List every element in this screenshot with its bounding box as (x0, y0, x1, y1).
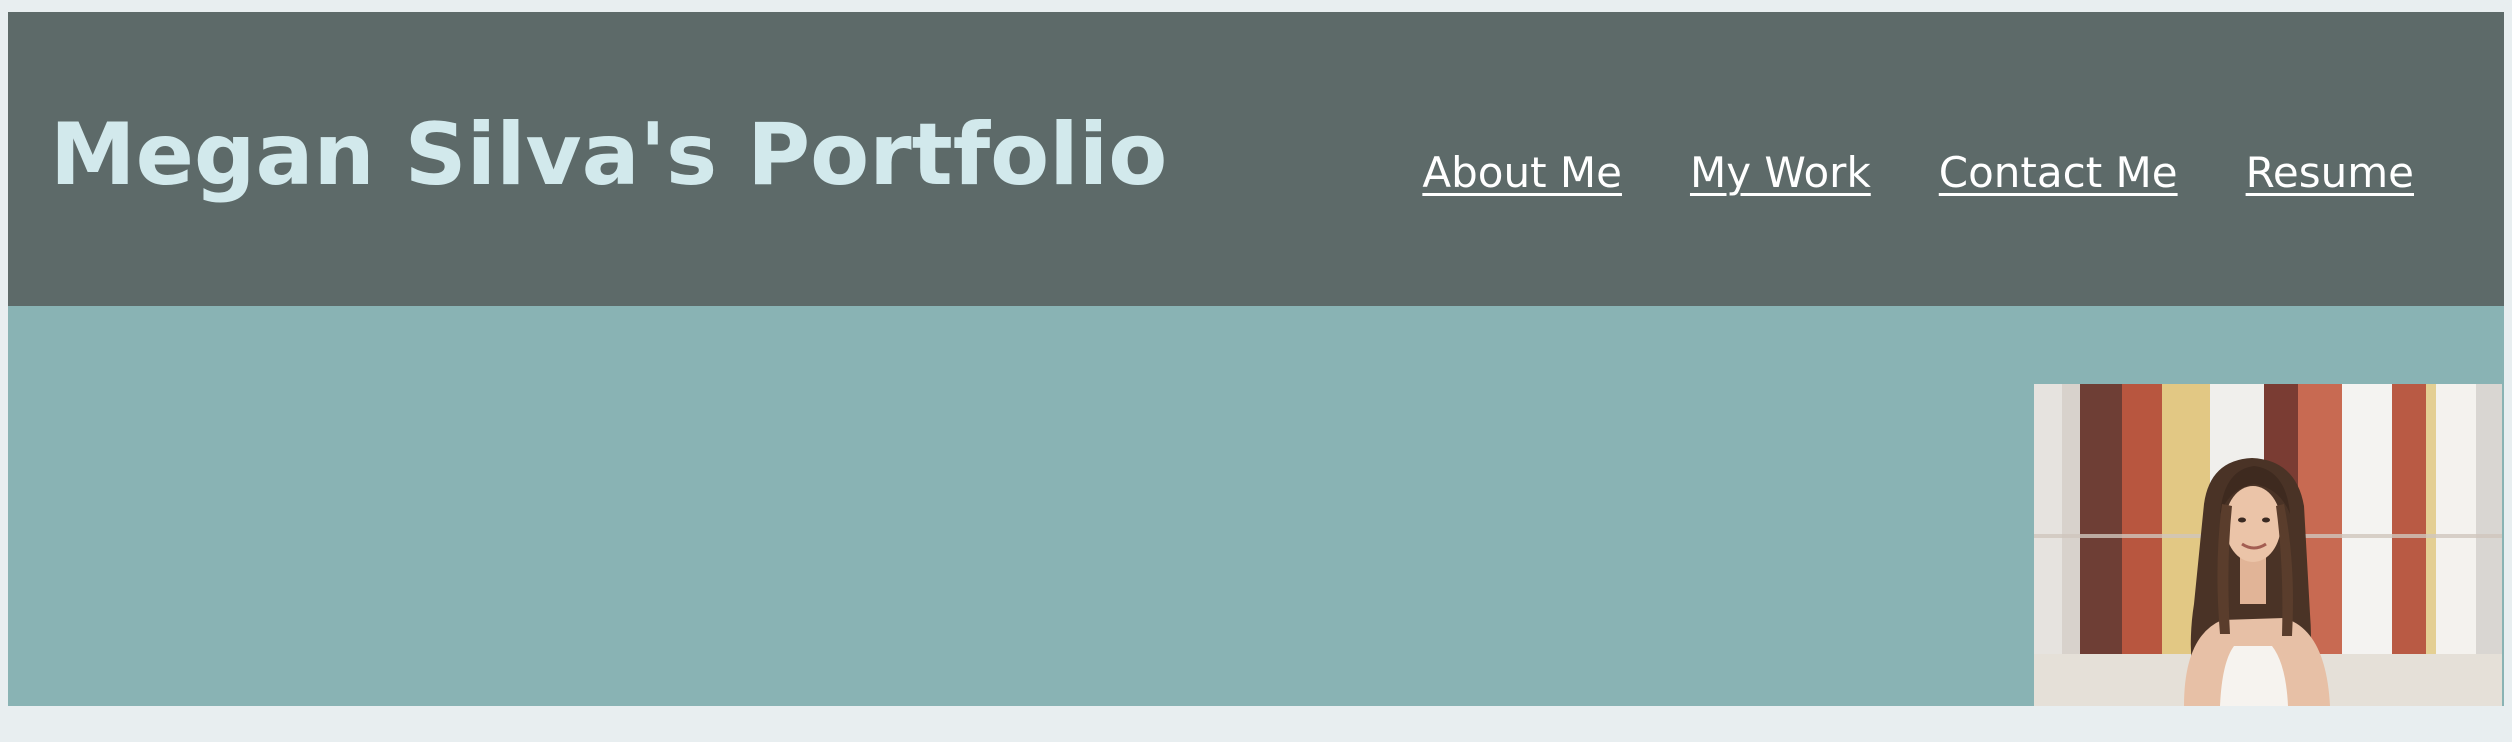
nav-link-my-work[interactable]: My Work (1690, 152, 1871, 194)
page: Megan Silva's Portfolio About Me My Work… (8, 12, 2504, 706)
nav-link-contact-me[interactable]: Contact Me (1939, 152, 2178, 194)
hero-section (8, 306, 2504, 706)
nav-link-about-me[interactable]: About Me (1422, 152, 1622, 194)
portrait-photo (2034, 384, 2502, 706)
site-title: Megan Silva's Portfolio (50, 105, 1168, 205)
main-nav: About Me My Work Contact Me Resume (1422, 152, 2414, 194)
portrait-photo-graphic (2034, 384, 2502, 706)
nav-link-resume[interactable]: Resume (2246, 152, 2414, 194)
site-header: Megan Silva's Portfolio About Me My Work… (8, 12, 2504, 306)
